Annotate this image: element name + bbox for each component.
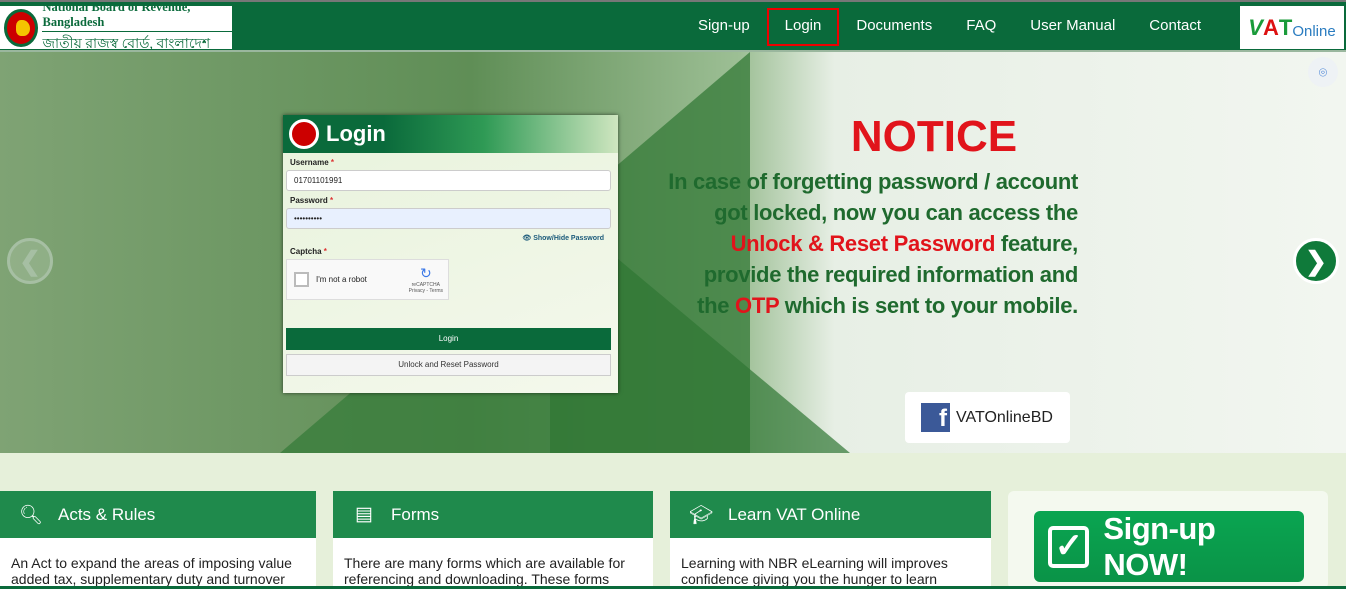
notice-text: NOTICE In case of forgetting password / … xyxy=(640,112,1078,321)
signup-panel: ✓ Sign-up NOW! xyxy=(1008,491,1328,589)
show-hide-password: 👁 Show/Hide Password xyxy=(522,235,604,242)
header: National Board of Revenue, Bangladesh জাত… xyxy=(0,0,1346,52)
nav-signup[interactable]: Sign-up xyxy=(681,8,767,46)
nav-login[interactable]: Login xyxy=(766,8,840,46)
graduation-cap-icon: 🎓︎ xyxy=(688,504,714,526)
carousel-next-button[interactable]: ❯ xyxy=(1293,238,1339,284)
card-text: An Act to expand the areas of imposing v… xyxy=(11,555,292,587)
checkbox-icon: ✓ xyxy=(1048,525,1090,568)
card-acts-rules[interactable]: 🔍︎ Acts & Rules An Act to expand the area… xyxy=(0,491,316,589)
logo-t: T xyxy=(1278,14,1293,40)
hero-carousel: ⌾ ❮ ❯ Login Username * 01701101991 Passw… xyxy=(0,52,1346,453)
card-title: Acts & Rules xyxy=(58,504,156,524)
org-name-en: National Board of Revenue, Bangladesh xyxy=(42,0,232,32)
nav-user-manual[interactable]: User Manual xyxy=(1013,8,1132,46)
robot-label: I'm not a robot xyxy=(316,275,367,284)
card-forms[interactable]: ▤ Forms There are many forms which are av… xyxy=(333,491,653,589)
card-learn-vat[interactable]: 🎓︎ Learn VAT Online Learning with NBR eLe… xyxy=(670,491,991,589)
nav-documents[interactable]: Documents xyxy=(839,8,949,46)
recaptcha-icon: ↻ xyxy=(419,265,432,281)
nbr-logo[interactable]: National Board of Revenue, Bangladesh জাত… xyxy=(0,0,232,52)
facebook-label: VATOnlineBD xyxy=(956,408,1053,426)
carousel-prev-button[interactable]: ❮ xyxy=(7,238,53,284)
notice-line: the OTP which is sent to your mobile. xyxy=(697,293,1078,318)
recaptcha-widget: I'm not a robot ↻ reCAPTCHA Privacy - Terms xyxy=(286,259,449,300)
login-button-image: Login xyxy=(286,328,611,350)
search-icon: 🔍︎ xyxy=(18,504,44,526)
facebook-link[interactable]: f VATOnlineBD xyxy=(905,392,1070,443)
main-nav: Sign-up Login Documents FAQ User Manual … xyxy=(681,8,1218,46)
signup-now-button[interactable]: ✓ Sign-up NOW! xyxy=(1034,511,1304,582)
logo-a: A xyxy=(1262,14,1279,40)
logo-v: V xyxy=(1248,14,1263,40)
form-icon: ▤ xyxy=(355,504,373,525)
captcha-label: Captcha * xyxy=(290,247,327,256)
notice-line: In case of forgetting password / account xyxy=(668,169,1078,194)
card-title: Forms xyxy=(391,504,440,524)
notice-line: Unlock & Reset Password feature, xyxy=(730,231,1079,256)
logo-online: Online xyxy=(1292,23,1336,40)
login-form-image: Login Username * 01701101991 Password * … xyxy=(283,115,618,393)
username-label: Username * xyxy=(290,158,335,167)
nav-faq[interactable]: FAQ xyxy=(949,8,1013,46)
scan-icon[interactable]: ⌾ xyxy=(1308,57,1338,87)
seal-icon xyxy=(289,119,319,149)
notice-line: got locked, now you can access the xyxy=(714,200,1078,225)
password-field: •••••••••• xyxy=(286,208,611,229)
username-field: 01701101991 xyxy=(286,170,611,191)
signup-label: Sign-up NOW! xyxy=(1103,510,1216,582)
facebook-icon: f xyxy=(921,403,950,432)
notice-title: NOTICE xyxy=(850,112,1018,161)
login-title: Login xyxy=(326,121,386,146)
seal-icon xyxy=(4,8,39,47)
vat-online-logo[interactable]: V A T Online xyxy=(1240,6,1344,49)
card-text: There are many forms which are available… xyxy=(344,555,625,587)
unlock-button-image: Unlock and Reset Password xyxy=(286,354,611,376)
card-title: Learn VAT Online xyxy=(728,504,861,524)
card-text: Learning with NBR eLearning will improve… xyxy=(681,555,948,587)
captcha-checkbox xyxy=(294,272,309,287)
notice-line: provide the required information and xyxy=(703,262,1079,287)
password-label: Password * xyxy=(290,196,334,205)
nav-contact[interactable]: Contact xyxy=(1132,8,1218,46)
privacy-terms: Privacy - Terms xyxy=(408,288,443,294)
